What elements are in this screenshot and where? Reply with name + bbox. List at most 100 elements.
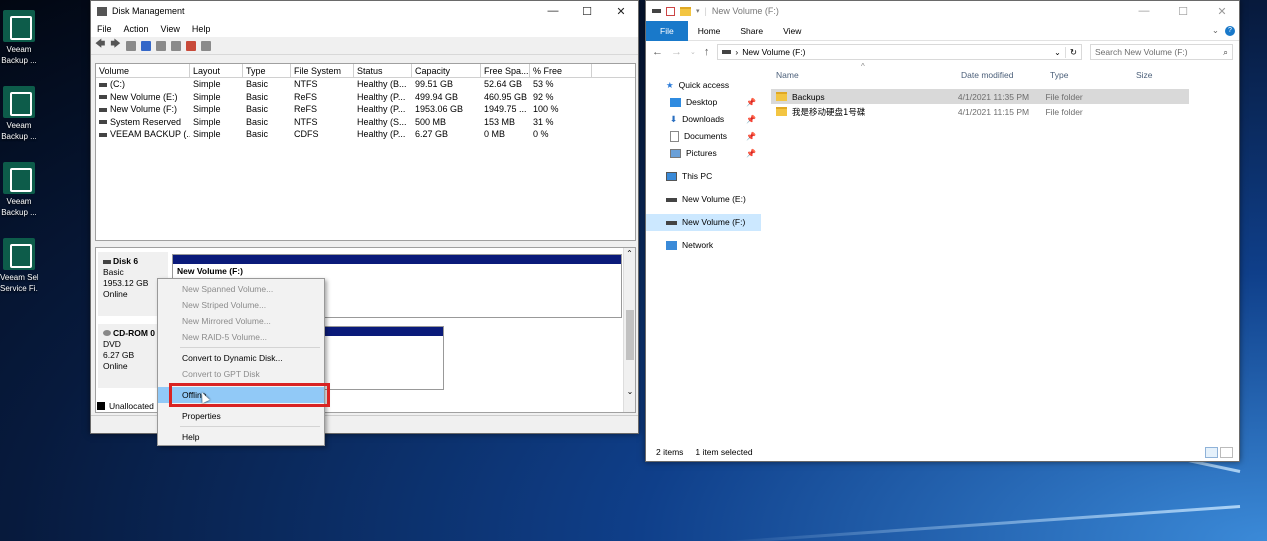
help-icon[interactable]: ?	[1225, 25, 1235, 36]
quick-access-dropdown-icon[interactable]: ▾	[696, 7, 700, 15]
col-name[interactable]: Name ^	[771, 62, 961, 80]
forward-arrow-icon[interactable]: 🡆	[110, 37, 120, 54]
nav-network[interactable]: Network	[646, 237, 761, 254]
col-percent-free[interactable]: % Free	[530, 64, 592, 77]
address-bar[interactable]: › New Volume (F:) ⌄ ↻	[717, 44, 1082, 60]
minimize-icon[interactable]: —	[536, 5, 570, 17]
col-layout[interactable]: Layout	[190, 64, 243, 77]
refresh-icon[interactable]: ↻	[1064, 46, 1081, 58]
nav-pictures[interactable]: Pictures 📌	[646, 145, 761, 162]
vertical-scrollbar[interactable]: ⌃ ⌄	[623, 248, 635, 412]
drive-icon	[666, 197, 677, 202]
download-icon: ⬇	[670, 114, 678, 124]
tab-file[interactable]: File	[646, 20, 688, 41]
menu-item-properties[interactable]: Properties	[158, 408, 324, 424]
properties-icon[interactable]	[666, 6, 675, 16]
col-date-modified[interactable]: Date modified	[961, 70, 1050, 80]
col-status[interactable]: Status	[354, 64, 412, 77]
legend-swatch	[97, 402, 105, 410]
folder-icon[interactable]	[680, 6, 691, 16]
menu-file[interactable]: File	[97, 24, 112, 34]
menu-item-convert-dynamic[interactable]: Convert to Dynamic Disk...	[158, 350, 324, 366]
nav-desktop[interactable]: Desktop 📌	[646, 94, 761, 111]
col-type[interactable]: Type	[243, 64, 291, 77]
close-icon[interactable]: ✕	[604, 5, 638, 18]
ribbon-expand-icon[interactable]: ⌄	[1212, 25, 1219, 36]
table-row[interactable]: System Reserved Simple Basic NTFS Health…	[96, 116, 635, 129]
col-volume[interactable]: Volume	[96, 64, 190, 77]
details-view-icon[interactable]	[1205, 447, 1218, 458]
desktop-icon-veeam-self-service[interactable]: Veeam Self Service Fi...	[0, 238, 38, 294]
help-icon[interactable]	[140, 40, 151, 51]
disk-mgmt-app-icon	[97, 6, 107, 16]
menu-item-new-spanned-volume[interactable]: New Spanned Volume...	[158, 281, 324, 297]
nav-this-pc[interactable]: This PC	[646, 168, 761, 185]
menu-item-new-striped-volume[interactable]: New Striped Volume...	[158, 297, 324, 313]
desktop-icon	[670, 98, 681, 107]
breadcrumb[interactable]: New Volume (F:)	[742, 47, 805, 57]
table-row[interactable]: VEEAM BACKUP (... Simple Basic CDFS Heal…	[96, 128, 635, 141]
drive-icon	[99, 107, 107, 112]
pin-icon[interactable]: 📌	[746, 111, 756, 128]
desktop-icon-veeam-3[interactable]: Veeam Backup ...	[0, 162, 38, 218]
minimize-icon[interactable]: —	[1127, 5, 1161, 17]
menu-item-new-raid5-volume[interactable]: New RAID-5 Volume...	[158, 329, 324, 345]
desktop-icon-veeam-1[interactable]: Veeam Backup ...	[0, 10, 38, 66]
folder-icon	[776, 107, 787, 116]
pin-icon[interactable]: 📌	[746, 94, 756, 111]
list-item[interactable]: Backups 4/1/2021 11:35 PM File folder	[771, 89, 1189, 104]
tab-home[interactable]: Home	[688, 21, 731, 41]
close-icon[interactable]: ✕	[1205, 5, 1239, 18]
up-arrow-icon[interactable]: ↑	[704, 46, 710, 58]
nav-downloads[interactable]: ⬇ Downloads 📌	[646, 111, 761, 128]
veeam-app-icon	[3, 86, 35, 118]
back-arrow-icon[interactable]: 🡄	[95, 37, 105, 54]
col-file-system[interactable]: File System	[291, 64, 354, 77]
menu-item-help[interactable]: Help	[158, 429, 324, 445]
desktop-icon-veeam-2[interactable]: Veeam Backup ...	[0, 86, 38, 142]
address-dropdown-icon[interactable]: ⌄	[1054, 48, 1061, 57]
forward-arrow-icon[interactable]: →	[671, 46, 682, 58]
menu-action[interactable]: Action	[124, 24, 149, 34]
pin-icon[interactable]: 📌	[746, 128, 756, 145]
cd-drive-icon	[99, 132, 107, 137]
menu-view[interactable]: View	[161, 24, 180, 34]
check-icon[interactable]	[185, 40, 196, 51]
large-icons-view-icon[interactable]	[1220, 447, 1233, 458]
scroll-thumb[interactable]	[626, 310, 634, 360]
menu-item-new-mirrored-volume[interactable]: New Mirrored Volume...	[158, 313, 324, 329]
view-icon[interactable]	[200, 40, 211, 51]
recent-dropdown-icon[interactable]: ⌄	[690, 48, 696, 56]
table-row[interactable]: (C:) Simple Basic NTFS Healthy (B... 99.…	[96, 78, 635, 91]
back-arrow-icon[interactable]: ←	[652, 46, 663, 58]
nav-quick-access[interactable]: ★ Quick access	[646, 77, 761, 94]
show-hide-tree-icon[interactable]	[125, 40, 136, 51]
table-row[interactable]: New Volume (E:) Simple Basic ReFS Health…	[96, 91, 635, 104]
list-item[interactable]: 我是移动硬盘1号碟 4/1/2021 11:15 PM File folder	[771, 104, 1189, 119]
maximize-icon[interactable]: ☐	[570, 5, 604, 18]
properties-icon[interactable]	[155, 40, 166, 51]
nav-new-volume-e[interactable]: New Volume (E:)	[646, 191, 761, 208]
nav-new-volume-f[interactable]: New Volume (F:)	[646, 214, 761, 231]
menu-item-convert-gpt[interactable]: Convert to GPT Disk	[158, 366, 324, 382]
connect-disk-icon[interactable]	[170, 40, 181, 51]
drive-icon	[666, 220, 677, 225]
col-free-space[interactable]: Free Spa...	[481, 64, 530, 77]
tab-share[interactable]: Share	[730, 21, 773, 41]
item-count: 2 items	[656, 447, 684, 457]
scroll-down-icon[interactable]: ⌄	[624, 387, 636, 396]
nav-documents[interactable]: Documents 📌	[646, 128, 761, 145]
col-size[interactable]: Size	[1136, 70, 1196, 80]
maximize-icon[interactable]: ☐	[1166, 5, 1200, 18]
tab-view[interactable]: View	[773, 21, 811, 41]
sort-ascending-icon: ^	[861, 62, 865, 71]
search-input[interactable]: Search New Volume (F:) ⌕	[1090, 44, 1233, 60]
col-capacity[interactable]: Capacity	[412, 64, 481, 77]
pin-icon[interactable]: 📌	[746, 145, 756, 162]
col-type[interactable]: Type	[1050, 70, 1136, 80]
menu-help[interactable]: Help	[192, 24, 211, 34]
scroll-up-icon[interactable]: ⌃	[624, 248, 635, 260]
veeam-app-icon	[3, 238, 35, 270]
table-row[interactable]: New Volume (F:) Simple Basic ReFS Health…	[96, 103, 635, 116]
breadcrumb-chevron-icon[interactable]: ›	[735, 47, 738, 57]
